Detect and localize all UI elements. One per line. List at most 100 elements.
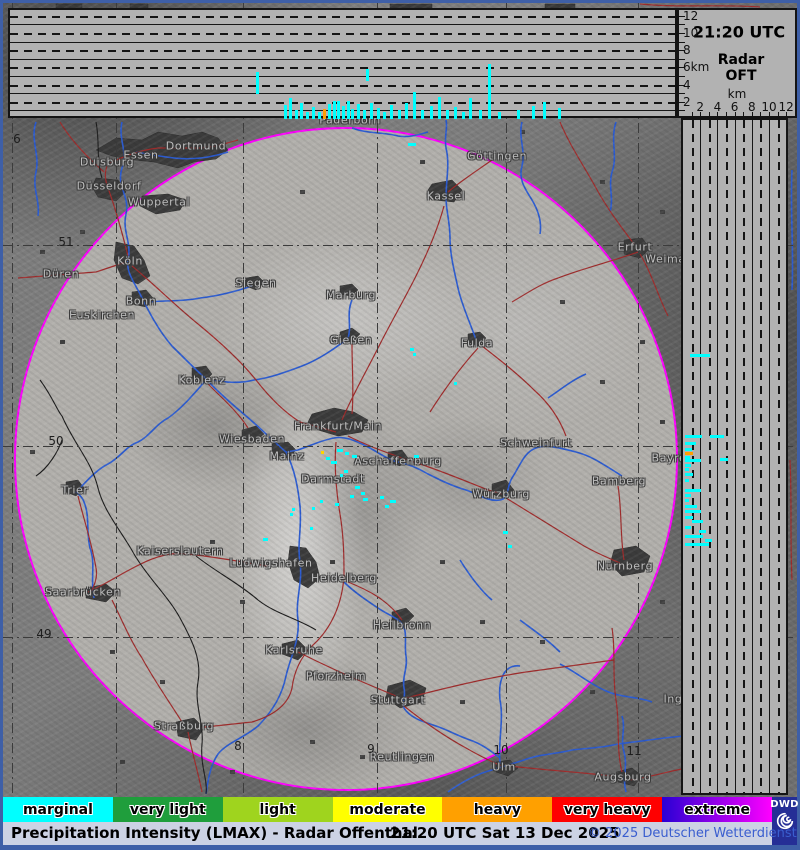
height-gridline — [752, 120, 753, 793]
precip-echo-speck — [312, 507, 315, 510]
axis-tick — [795, 112, 796, 118]
echo-bar — [685, 489, 701, 492]
radar-name-line2: OFT — [725, 68, 756, 84]
precip-echo-speck — [385, 505, 389, 508]
precip-echo-speck — [508, 545, 512, 548]
city-label: Gießen — [330, 334, 373, 347]
echo-bar — [720, 458, 728, 461]
precip-echo-speck — [335, 503, 339, 506]
echo-bar — [685, 499, 689, 502]
axis-tick — [679, 67, 685, 68]
city-label: Reutlingen — [369, 751, 434, 764]
height-gridline — [10, 76, 675, 77]
city-label: Nürnberg — [597, 560, 653, 573]
city-label: Düsseldorf — [77, 180, 142, 193]
echo-bar — [462, 112, 465, 119]
echo-bar — [692, 520, 703, 523]
echo-bar — [469, 98, 472, 119]
axis-tick — [679, 42, 685, 43]
height-gridline — [10, 85, 675, 87]
city-label: Pforzheim — [306, 670, 366, 683]
echo-bar — [295, 110, 298, 119]
city-label: Stuttgart — [371, 694, 426, 707]
echo-bar — [479, 110, 482, 119]
precip-echo-speck — [350, 495, 354, 498]
echo-bar — [405, 103, 408, 119]
city-label: Dortmund — [166, 140, 226, 153]
dwd-label: DWD — [770, 799, 799, 810]
height-gridline — [10, 42, 675, 43]
legend-segment: light — [223, 797, 333, 822]
precip-echo-speck — [331, 461, 337, 464]
precip-echo-speck — [361, 492, 365, 495]
height-gridline — [692, 120, 694, 793]
city-label: Koblenz — [178, 374, 225, 387]
precip-echo-speck — [290, 513, 293, 516]
precip-echo-speck — [408, 143, 416, 146]
city-label: Wiesbaden — [219, 433, 285, 446]
echo-bar — [421, 110, 424, 119]
grid-coordinate-label: 10 — [493, 743, 508, 757]
echo-bar — [289, 98, 292, 119]
city-label: Mainz — [269, 450, 304, 463]
echo-bar — [312, 107, 315, 119]
city-label: Würzburg — [472, 488, 530, 501]
height-axis-label: 12 — [683, 9, 698, 23]
legend-label: very heavy — [564, 802, 651, 818]
legend-segment: extreme — [662, 797, 772, 822]
height-gridline — [717, 120, 718, 793]
precip-echo-speck — [380, 496, 384, 499]
precip-echo-speck — [321, 451, 324, 454]
echo-bar — [558, 108, 561, 119]
height-gridline — [10, 16, 675, 18]
legend-segment: moderate — [333, 797, 443, 822]
timestamp: 21:20 UTC Sat 13 Dec 2025 — [390, 822, 620, 845]
axis-tick — [679, 24, 685, 25]
status-bar: Precipitation Intensity (LMAX) - Radar O… — [3, 822, 772, 845]
echo-bar — [685, 459, 701, 462]
city-label: Duisburg — [80, 156, 134, 169]
echo-bar — [383, 112, 386, 119]
height-axis-label: 10 — [683, 26, 698, 40]
echo-bar — [710, 435, 724, 438]
city-label: Bamberg — [592, 475, 646, 488]
info-panel: 21:20 UTC Radar OFT km 121086km42 246810… — [677, 8, 797, 118]
city-label: Karlsruhe — [265, 644, 323, 657]
echo-bar — [532, 106, 535, 119]
height-gridline — [10, 59, 675, 60]
latitude-gridline — [3, 637, 797, 638]
echo-bar — [685, 479, 689, 482]
map-canvas: {"": ""} — [3, 3, 797, 797]
echo-bar — [300, 103, 303, 119]
echo-bar — [699, 530, 706, 533]
city-label: Kassel — [427, 190, 466, 203]
radar-name-line1: Radar — [718, 52, 765, 68]
echo-bar — [357, 104, 360, 119]
radar-product-viewer: {"": ""} — [0, 0, 800, 850]
latitude-gridline — [3, 245, 797, 246]
echo-bar — [685, 468, 689, 471]
copyright: © 2025 Deutscher Wetterdienst — [588, 822, 797, 845]
echo-bar — [685, 516, 693, 519]
axis-tick — [679, 85, 685, 86]
legend-label: moderate — [349, 802, 425, 818]
echo-bar — [347, 101, 350, 119]
height-gridline — [769, 120, 770, 793]
precip-echo-speck — [320, 500, 323, 503]
echo-bar — [685, 494, 691, 497]
echo-bar — [413, 92, 416, 119]
city-label: Kaiserslautern — [136, 545, 223, 558]
echo-bar — [256, 72, 259, 94]
precip-echo-speck — [310, 527, 313, 530]
city-label: Ludwigshafen — [229, 557, 312, 570]
echo-bar — [685, 535, 703, 538]
height-gridline — [700, 120, 701, 793]
legend-label: very light — [130, 802, 206, 818]
height-gridline — [10, 24, 675, 25]
grid-coordinate-label: 11 — [626, 744, 641, 758]
city-label: Frankfurt/Main — [294, 420, 382, 433]
height-gridline — [10, 50, 675, 52]
precip-echo-speck — [414, 455, 419, 458]
echo-bar — [685, 448, 692, 451]
grid-coordinate-label: 9 — [367, 742, 375, 756]
